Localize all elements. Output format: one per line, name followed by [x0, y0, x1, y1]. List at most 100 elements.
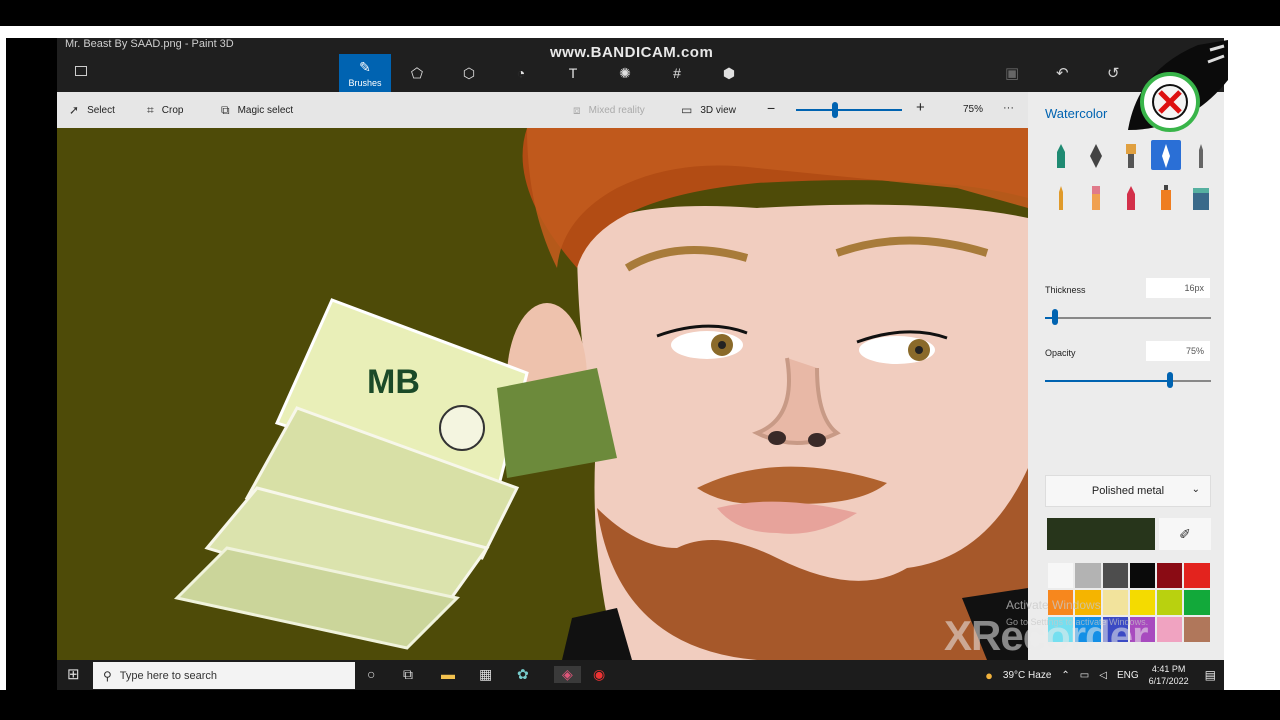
- zoom-in-icon[interactable]: +: [916, 99, 925, 116]
- fill-bucket-icon: [1193, 188, 1209, 210]
- palette-swatch[interactable]: [1156, 562, 1184, 589]
- history-icon[interactable]: ↺: [1107, 64, 1120, 82]
- clock-time: 4:41 PM: [1151, 664, 1186, 674]
- pencil-icon: [1059, 186, 1063, 210]
- marker-brush[interactable]: [1046, 140, 1076, 170]
- mixed-reality-button[interactable]: ⧈ Mixed reality: [573, 103, 645, 118]
- drawing-canvas[interactable]: MB: [57, 128, 1028, 660]
- palette-swatch[interactable]: [1183, 616, 1211, 643]
- eraser-brush[interactable]: [1081, 182, 1111, 212]
- eraser-icon: [1092, 186, 1100, 210]
- 3d-view-button[interactable]: ▭ 3D view: [681, 103, 736, 117]
- title-toolbar: Mr. Beast By SAAD.png - Paint 3D www.BAN…: [57, 38, 1224, 92]
- fill-brush[interactable]: [1186, 182, 1216, 212]
- activate-windows-title: Activate Windows: [1006, 598, 1101, 612]
- zoom-slider[interactable]: [796, 109, 902, 111]
- thickness-slider-thumb[interactable]: [1051, 309, 1058, 325]
- pencil-brush[interactable]: [1046, 182, 1076, 212]
- current-color-swatch[interactable]: [1047, 518, 1155, 550]
- watercolor-brush[interactable]: [1151, 140, 1181, 170]
- mixed-reality-icon: ⧈: [573, 103, 581, 117]
- magic-select-button[interactable]: ⧉ Magic select: [221, 103, 293, 118]
- record-icon[interactable]: ◉: [593, 666, 605, 683]
- browser-strip: [0, 26, 1280, 38]
- oil-brush-icon: [1126, 144, 1136, 168]
- crayon-brush[interactable]: [1116, 182, 1146, 212]
- windows-start-icon[interactable]: ⊞: [67, 665, 80, 683]
- texture-value: Polished metal: [1091, 485, 1165, 497]
- 2d-shapes-tool[interactable]: ⬠: [391, 54, 443, 92]
- sticker-icon: ◔: [516, 65, 526, 81]
- canvas-tool[interactable]: #: [651, 54, 703, 92]
- texture-dropdown[interactable]: Polished metal ⌄: [1045, 475, 1211, 507]
- system-tray: ● 39°C Haze ⌃ ▭ ◁ ENG 4:41 PM 6/17/2022 …: [985, 660, 1216, 690]
- painting-image: MB: [173, 128, 1028, 660]
- undo-icon[interactable]: ↶: [1056, 64, 1069, 82]
- brushes-tool[interactable]: ✎ Brushes: [339, 54, 391, 92]
- battery-icon[interactable]: ▭: [1080, 670, 1089, 681]
- thickness-track: [1045, 317, 1211, 319]
- paint-icon[interactable]: ✿: [517, 666, 529, 683]
- palette-swatch[interactable]: [1074, 562, 1102, 589]
- palette-swatch[interactable]: [1183, 589, 1211, 616]
- chevron-up-icon[interactable]: ⌃: [1061, 670, 1069, 681]
- stickers-tool[interactable]: ◔: [495, 54, 547, 92]
- palette-swatch[interactable]: [1183, 562, 1211, 589]
- right-border: [1224, 38, 1280, 690]
- pixel-pen-brush[interactable]: [1186, 140, 1216, 170]
- window-title: Mr. Beast By SAAD.png - Paint 3D: [65, 38, 234, 50]
- brush-icon: ✎: [359, 58, 371, 75]
- file-explorer-icon[interactable]: ▬: [441, 666, 455, 682]
- chevron-down-icon: ⌄: [1191, 484, 1200, 495]
- cursor-icon: ➚: [69, 103, 80, 117]
- opacity-input[interactable]: 75%: [1146, 341, 1210, 361]
- store-icon[interactable]: ▦: [479, 666, 492, 683]
- oil-brush[interactable]: [1116, 140, 1146, 170]
- crop-button[interactable]: ⌗ Crop: [147, 103, 183, 118]
- weather-text[interactable]: 39°C Haze: [1003, 670, 1051, 681]
- language-indicator[interactable]: ENG: [1117, 670, 1139, 681]
- svg-text:MB: MB: [367, 363, 420, 401]
- paste-icon[interactable]: ▣: [1005, 64, 1019, 82]
- paint3d-icon[interactable]: ◈: [554, 666, 581, 683]
- palette-swatch[interactable]: [1156, 589, 1184, 616]
- select-label: Select: [87, 104, 115, 116]
- opacity-fill: [1045, 380, 1170, 382]
- spray-can-brush[interactable]: [1151, 182, 1181, 212]
- task-view-icon[interactable]: ⧉: [403, 666, 413, 683]
- more-button[interactable]: ···: [1003, 102, 1014, 114]
- palette-swatch[interactable]: [1128, 562, 1157, 589]
- cortana-icon[interactable]: ○: [367, 666, 375, 682]
- brushes-label: Brushes: [348, 77, 382, 88]
- search-placeholder: Type here to search: [119, 669, 218, 682]
- thickness-input[interactable]: 16px: [1146, 278, 1210, 298]
- menu-icon[interactable]: [75, 66, 87, 76]
- taskbar-search[interactable]: ⚲ Type here to search: [93, 662, 355, 689]
- 3d-shapes-tool[interactable]: ⬡: [443, 54, 495, 92]
- library-icon: ⬢: [722, 64, 736, 81]
- select-button[interactable]: ➚ Select: [69, 103, 115, 117]
- notifications-icon[interactable]: ▤: [1205, 668, 1216, 682]
- clock[interactable]: 4:41 PM 6/17/2022: [1149, 663, 1189, 687]
- 3d-library-tool[interactable]: ⬢: [703, 54, 755, 92]
- left-border: [0, 38, 6, 690]
- zoom-slider-thumb[interactable]: [832, 102, 838, 118]
- eyedropper-button[interactable]: ✐: [1159, 518, 1211, 550]
- calligraphy-pen-brush[interactable]: [1081, 140, 1111, 170]
- opacity-slider-thumb[interactable]: [1166, 372, 1173, 388]
- palette-swatch[interactable]: [1101, 562, 1129, 589]
- xrecorder-watermark: XRecorder: [944, 612, 1148, 659]
- text-tool[interactable]: T: [547, 54, 599, 92]
- speaker-icon[interactable]: ◁: [1099, 670, 1107, 681]
- effects-tool[interactable]: ✺: [599, 54, 651, 92]
- palette-swatch[interactable]: [1156, 616, 1184, 643]
- paint3d-window: Mr. Beast By SAAD.png - Paint 3D www.BAN…: [57, 38, 1224, 660]
- magic-select-icon: ⧉: [221, 103, 230, 117]
- effects-icon: ✺: [619, 64, 631, 81]
- palette-swatch[interactable]: [1047, 562, 1075, 589]
- windows-taskbar: ⊞ ⚲ Type here to search ○ ⧉ ▬ ▦ ✿ ◈ ◉ ● …: [57, 660, 1224, 690]
- panel-title: Watercolor: [1045, 106, 1108, 121]
- shapes-icon: ⬠: [410, 64, 424, 81]
- zoom-out-icon[interactable]: −: [767, 100, 775, 116]
- thickness-label: Thickness: [1045, 285, 1086, 295]
